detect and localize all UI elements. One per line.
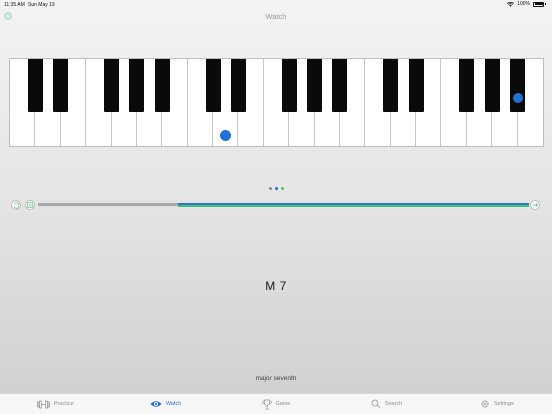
black-key[interactable] [484,59,500,112]
tab-bar: Practice Watch Game Search Settings [0,393,552,414]
note-marker [512,93,523,103]
black-key[interactable] [154,59,170,112]
page-dot[interactable] [280,187,284,190]
tab-label: Settings [493,401,514,407]
page-indicator[interactable] [0,187,552,190]
next-button[interactable] [530,200,540,210]
timeline-track-green[interactable] [178,205,529,207]
page-dot-active[interactable] [274,187,278,190]
battery-icon [533,1,544,7]
black-key[interactable] [53,59,69,112]
black-key[interactable] [230,59,246,112]
tab-label: Practice [53,401,74,407]
black-key[interactable] [332,59,348,112]
tab-label: Search [384,401,403,407]
tab-label: Game [275,401,291,407]
tab-game[interactable]: Game [221,394,331,414]
eye-icon [150,401,162,407]
status-time: 11:35 AM [4,2,25,8]
chord-name: major seventh [255,375,297,382]
status-date: Sun May 19 [28,2,55,8]
tab-label: Watch [165,401,182,407]
tab-search[interactable]: Search [331,394,441,414]
black-key[interactable] [205,59,221,112]
grid-button[interactable] [25,200,35,210]
grid-icon [27,202,33,208]
black-key[interactable] [408,59,424,112]
battery-tip [545,3,546,5]
status-indicators: 100% [507,1,546,7]
arrow-right-icon [532,203,538,207]
black-key[interactable] [510,59,526,112]
black-key[interactable] [27,59,43,112]
black-key[interactable] [281,59,297,112]
battery-percent: 100% [517,1,530,7]
page-title: Watch [265,12,287,21]
black-key[interactable] [383,59,399,112]
black-key[interactable] [129,59,145,112]
tab-settings[interactable]: Settings [442,394,552,414]
gear-icon [481,400,489,408]
black-key[interactable] [104,59,120,112]
black-key[interactable] [307,59,323,112]
search-icon [371,399,380,409]
loop-icon [13,201,20,209]
page-dot[interactable] [268,187,272,190]
trophy-icon [261,399,272,409]
status-bar: 11:35 AM Sun May 19 100% [0,0,552,9]
black-key[interactable] [459,59,475,112]
piano-keyboard[interactable] [9,58,544,147]
tab-practice[interactable]: Practice [0,394,110,414]
tab-watch[interactable]: Watch [110,394,220,414]
loop-button[interactable] [11,200,21,210]
wifi-icon [507,1,515,7]
chord-symbol: M 7 [265,279,287,293]
timeline-track-played[interactable] [38,203,178,206]
dumbbell-icon [36,400,50,408]
